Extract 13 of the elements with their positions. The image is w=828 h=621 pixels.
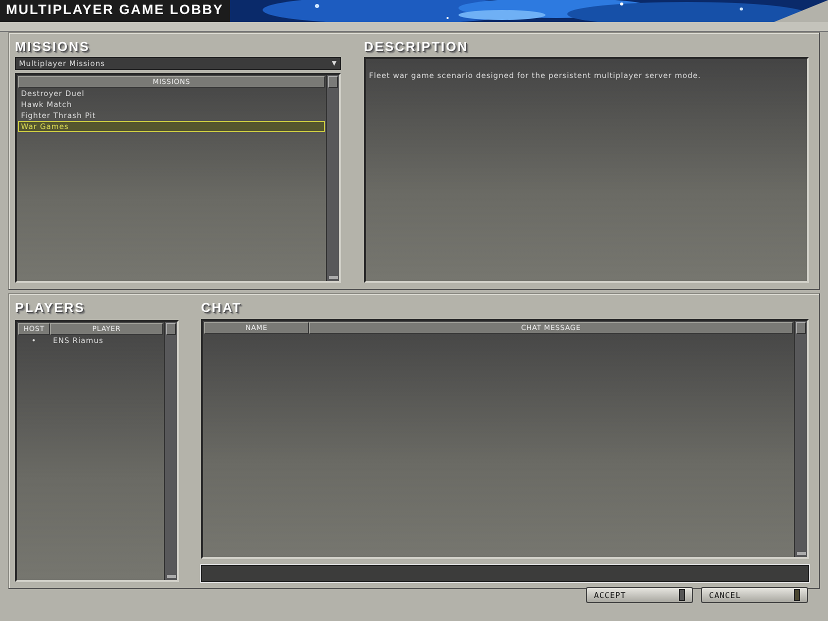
cancel-button[interactable]: CANCEL xyxy=(701,587,808,603)
section-heading: PLAYERS xyxy=(15,300,86,315)
section-heading: DESCRIPTION xyxy=(364,39,470,54)
section-heading: CHAT xyxy=(201,300,243,315)
section-heading: MISSIONS xyxy=(15,39,91,54)
chat-input[interactable] xyxy=(201,565,809,582)
accept-button[interactable]: ACCEPT xyxy=(586,587,693,603)
scrollbar[interactable] xyxy=(164,322,177,580)
indicator-icon xyxy=(794,589,800,601)
scrollbar[interactable] xyxy=(794,321,807,557)
window-title: MULTIPLAYER GAME LOBBY xyxy=(0,0,230,22)
scrollbar[interactable] xyxy=(326,75,339,281)
indicator-icon xyxy=(679,589,685,601)
